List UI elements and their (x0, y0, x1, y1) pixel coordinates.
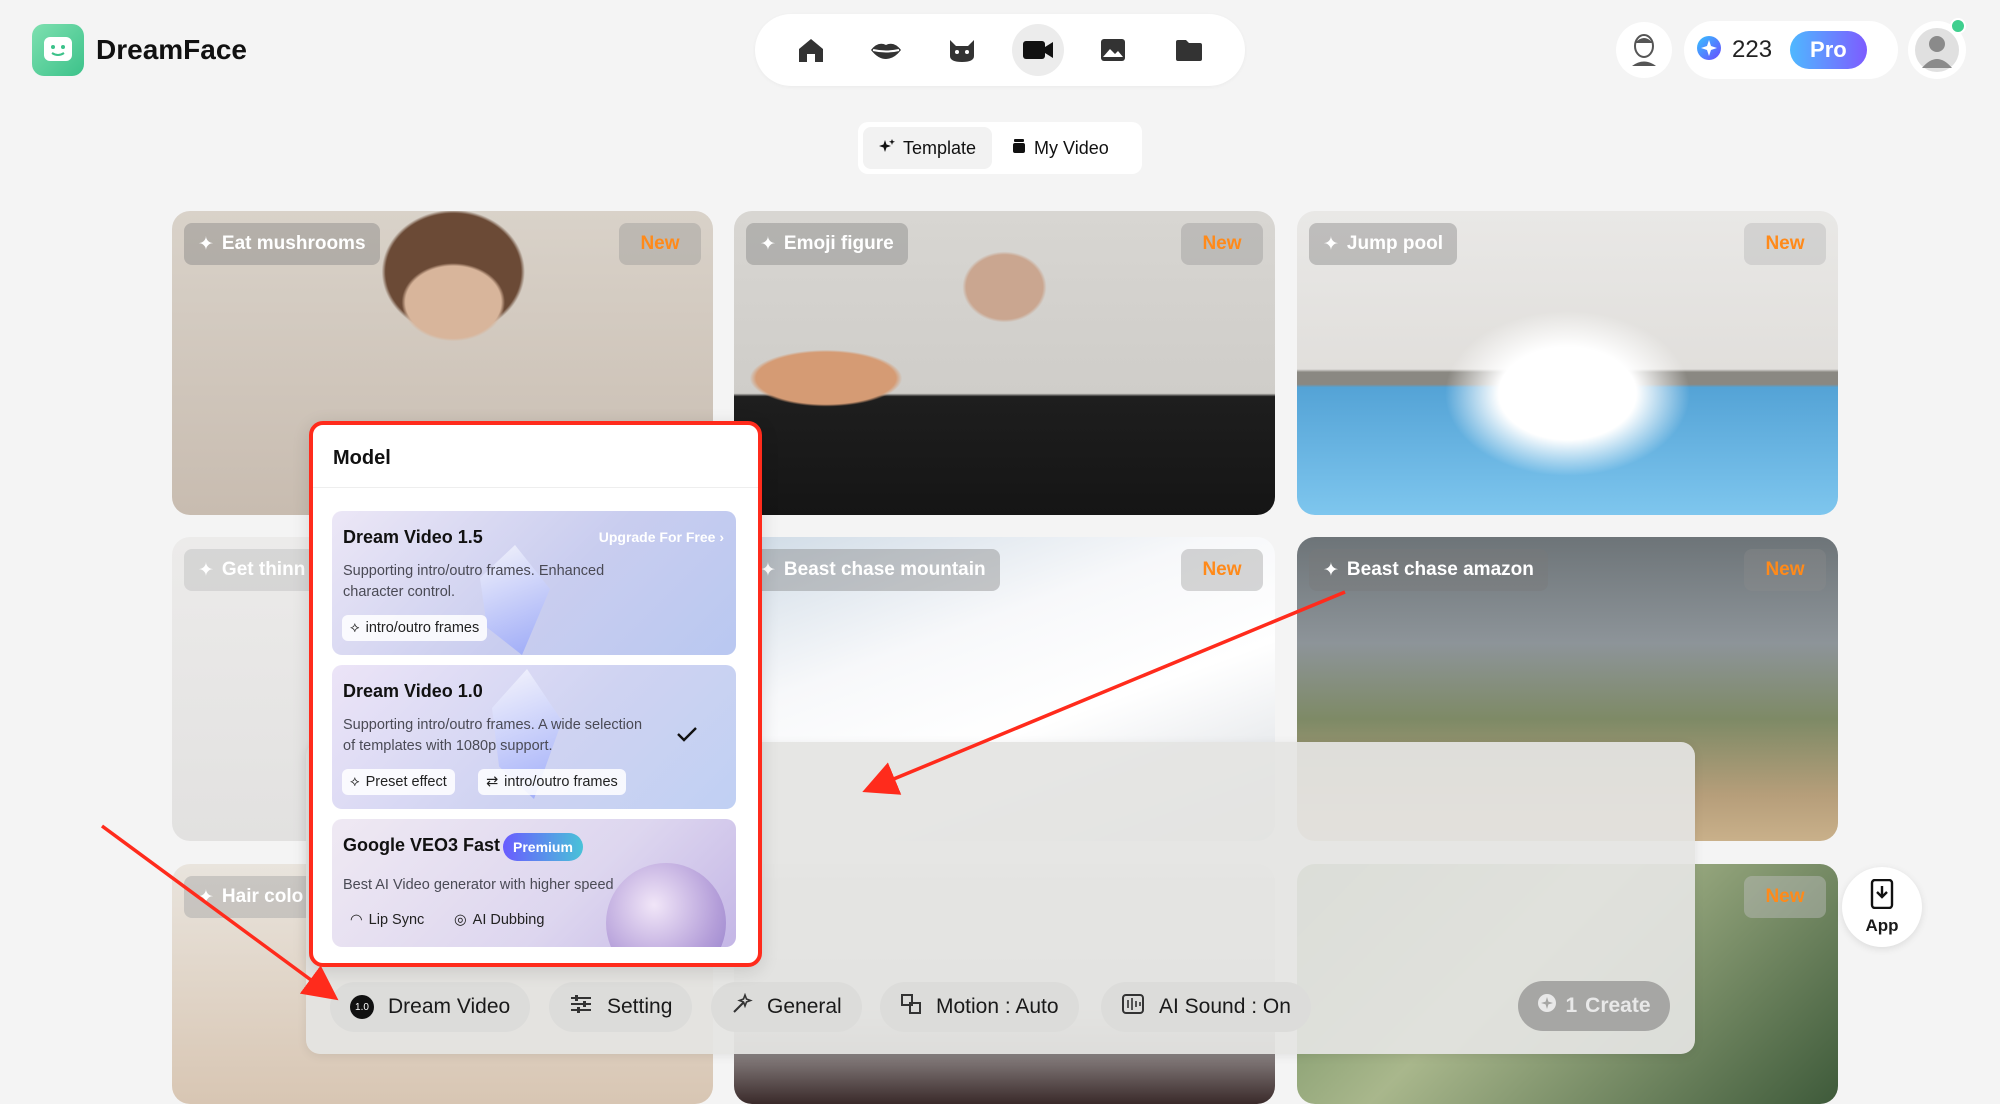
ai-sound-label: AI Sound : On (1159, 995, 1291, 1018)
card-tag: ✦ Emoji figure (746, 223, 908, 265)
new-badge: New (1181, 549, 1263, 591)
app-label: App (1865, 915, 1899, 935)
upgrade-link[interactable]: Upgrade For Free › (599, 529, 724, 545)
new-badge: New (619, 223, 701, 265)
online-status-dot (1950, 18, 1966, 34)
new-badge: New (1744, 223, 1826, 265)
tab-template-label: Template (903, 137, 977, 158)
model-popup-title: Model (333, 447, 391, 469)
model-selector-button[interactable]: 1.0 Dream Video (330, 982, 531, 1032)
image-icon[interactable] (1087, 24, 1139, 76)
video-stack-icon (1012, 138, 1026, 159)
main-nav (755, 14, 1245, 86)
model-name: Dream Video 1.5 (343, 527, 483, 547)
card-tag: ✦ Hair colo (184, 876, 318, 918)
general-button[interactable]: General (711, 982, 862, 1032)
sliders-icon (569, 994, 593, 1020)
model-option-google-veo3-fast[interactable]: Google VEO3 Fast Premium Best AI Video g… (332, 819, 736, 947)
folder-icon[interactable] (1163, 24, 1215, 76)
feature-chip: ⟡ Preset effect (342, 769, 455, 795)
setting-label: Setting (607, 995, 673, 1018)
create-cost: 1 (1565, 994, 1578, 1017)
card-tag: ✦ Eat mushrooms (184, 223, 380, 265)
feature-chip: ⟡ intro/outro frames (342, 615, 488, 641)
magic-wand-icon: ⟡ (350, 620, 360, 636)
motion-button[interactable]: Motion : Auto (880, 982, 1079, 1032)
sparkle-icon: ✦ (198, 233, 214, 255)
motion-icon (900, 993, 922, 1021)
swap-arrows-icon: ⇄ (486, 774, 499, 790)
credit-coin-icon (1537, 993, 1557, 1019)
model-description: Supporting intro/outro frames. A wide se… (343, 717, 643, 754)
new-badge: New (1181, 223, 1263, 265)
app-download-button[interactable]: App (1842, 867, 1922, 947)
sparkle-icon: ✦ (198, 886, 214, 908)
credit-count: 223 (1732, 36, 1773, 63)
tab-my-video-label: My Video (1034, 137, 1109, 158)
chevron-right-icon: › (719, 529, 724, 545)
sparkle-icon: ✦ (760, 559, 776, 581)
model-name: Dream Video 1.0 (343, 681, 483, 701)
audio-wave-icon: ◎ (454, 912, 467, 928)
credits-pill[interactable]: 223 Pro (1684, 21, 1898, 79)
video-camera-icon[interactable] (1011, 24, 1064, 76)
content-tabs: Template My Video (858, 122, 1142, 174)
dreamface-logo-icon (32, 24, 84, 76)
sparkle-icon (879, 138, 895, 159)
card-tag: ✦ Beast chase amazon (1309, 549, 1548, 591)
model-option-dream-video-1-0[interactable]: Dream Video 1.0 Supporting intro/outro f… (332, 665, 736, 809)
model-description: Best AI Video generator with higher spee… (343, 877, 614, 893)
card-tag: ✦ Beast chase mountain (746, 549, 1000, 591)
feature-chip: ⇄ intro/outro frames (478, 769, 626, 795)
sparkle-icon: ✦ (198, 559, 214, 581)
new-badge: New (1744, 549, 1826, 591)
magic-wand-icon: ⟡ (350, 774, 360, 790)
sparkle-icon: ✦ (760, 233, 776, 255)
sparkle-icon: ✦ (1323, 233, 1339, 255)
checkmark-icon (676, 725, 698, 748)
divider (313, 487, 758, 488)
premium-badge: Premium (503, 833, 583, 861)
general-label: General (767, 995, 842, 1018)
model-version-badge: 1.0 (350, 995, 374, 1019)
card-tag: ✦ Jump pool (1309, 223, 1457, 265)
pro-button[interactable]: Pro (1790, 31, 1867, 69)
logo-text: DreamFace (96, 34, 247, 65)
sound-wave-icon (1121, 993, 1145, 1021)
create-button[interactable]: 1 Create (1518, 981, 1670, 1031)
magic-wand-icon (731, 992, 753, 1021)
model-selector-label: Dream Video (388, 995, 511, 1018)
ai-sound-button[interactable]: AI Sound : On (1101, 982, 1311, 1032)
lips-icon: ◠ (350, 912, 363, 928)
model-name: Google VEO3 Fast (343, 835, 501, 855)
tab-template[interactable]: Template (863, 127, 993, 169)
model-option-dream-video-1-5[interactable]: Dream Video 1.5 Upgrade For Free › Suppo… (332, 511, 736, 655)
template-card[interactable]: ✦ Jump pool New (1297, 211, 1838, 515)
phone-download-icon (1869, 878, 1895, 914)
sparkle-icon: ✦ (1323, 559, 1339, 581)
home-icon[interactable] (785, 24, 837, 76)
logo[interactable]: DreamFace (32, 24, 247, 76)
feature-chip: ◠ Lip Sync (350, 912, 425, 928)
new-badge: New (1744, 876, 1826, 918)
model-popup: Model Dream Video 1.5 Upgrade For Free ›… (309, 421, 762, 967)
face-avatar-icon[interactable] (1616, 22, 1672, 78)
credit-gem-icon (1696, 35, 1722, 66)
motion-label: Motion : Auto (936, 995, 1059, 1018)
tab-my-video[interactable]: My Video (996, 127, 1125, 169)
model-description: Supporting intro/outro frames. Enhanced … (343, 563, 605, 600)
card-tag: ✦ Get thinn (184, 549, 320, 591)
template-card[interactable]: ✦ Emoji figure New (734, 211, 1275, 515)
setting-button[interactable]: Setting (549, 982, 693, 1032)
cat-icon[interactable] (936, 24, 988, 76)
feature-chip: ◎ AI Dubbing (454, 912, 545, 928)
create-label: Create (1585, 994, 1651, 1017)
lips-icon[interactable] (860, 24, 912, 76)
